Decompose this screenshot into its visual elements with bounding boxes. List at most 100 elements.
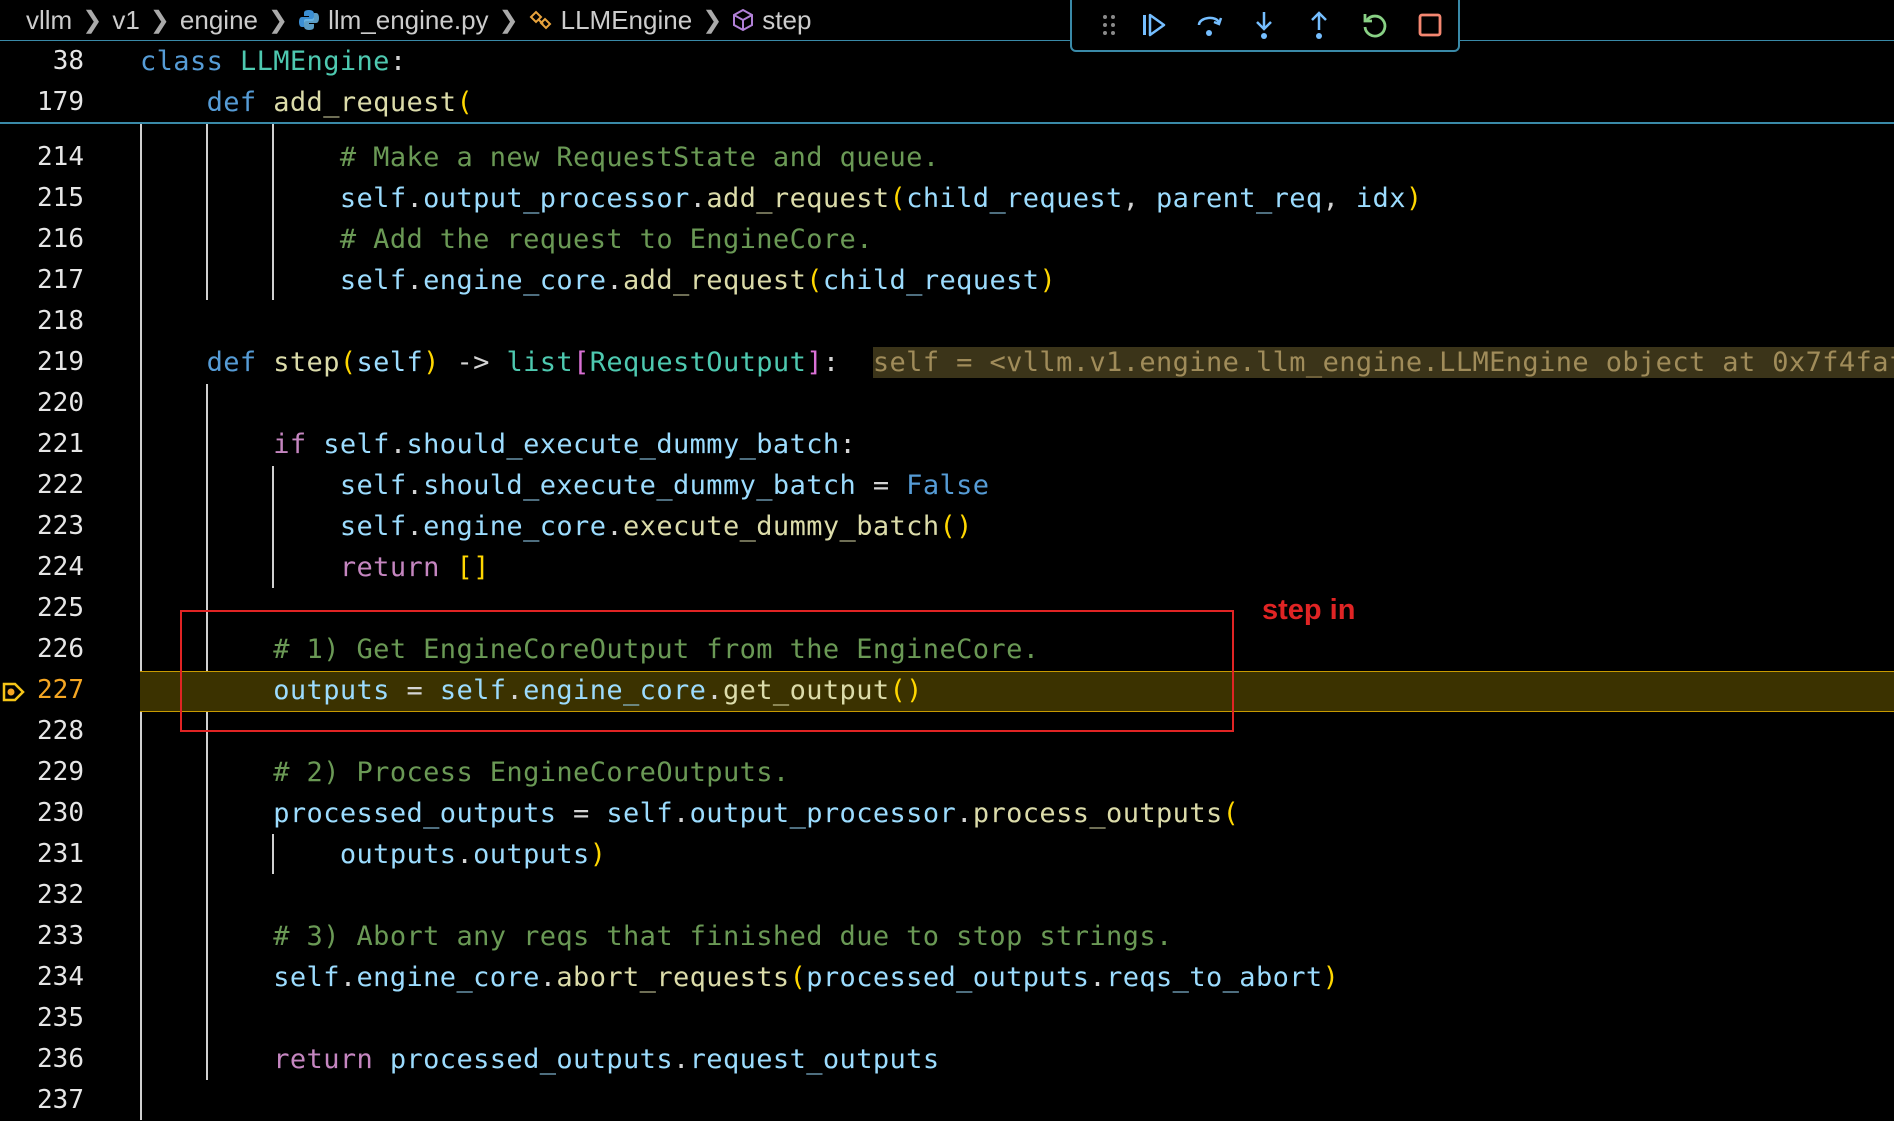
continue-icon: [1143, 13, 1166, 37]
line-number[interactable]: 218: [0, 301, 84, 342]
line-number[interactable]: 38: [0, 41, 84, 82]
code-token: add_request: [706, 183, 890, 214]
line-number[interactable]: 233: [0, 916, 84, 957]
code-text[interactable]: outputs.outputs): [140, 834, 606, 875]
line-number[interactable]: 224: [0, 547, 84, 588]
code-text[interactable]: return processed_outputs.request_outputs: [140, 1039, 940, 1080]
code-token: if: [273, 429, 324, 460]
breadcrumb-item-class[interactable]: LLMEngine: [529, 5, 692, 36]
breadcrumb-item-method[interactable]: step: [732, 5, 811, 36]
code-token: return: [273, 1044, 390, 1075]
line-number[interactable]: 230: [0, 793, 84, 834]
sticky-code-line[interactable]: 38 class LLMEngine:: [0, 41, 1894, 82]
code-token: []: [456, 552, 490, 583]
code-text[interactable]: processed_outputs = self.output_processo…: [140, 793, 1239, 834]
code-text[interactable]: self.output_processor.add_request(child_…: [140, 178, 1423, 219]
breadcrumb-item-engine[interactable]: engine: [180, 5, 258, 36]
line-number[interactable]: 232: [0, 875, 84, 916]
code-line[interactable]: 230 processed_outputs = self.output_proc…: [0, 793, 1894, 834]
step-out-icon: [1311, 11, 1328, 39]
code-line[interactable]: 232: [0, 875, 1894, 916]
line-number[interactable]: 234: [0, 957, 84, 998]
code-line[interactable]: 237: [0, 1080, 1894, 1121]
line-number[interactable]: 216: [0, 219, 84, 260]
line-number[interactable]: 228: [0, 711, 84, 752]
code-text[interactable]: def step(self) -> list[RequestOutput]: s…: [140, 342, 1894, 383]
code-line[interactable]: 215 self.output_processor.add_request(ch…: [0, 178, 1894, 219]
code-text[interactable]: self.engine_core.abort_requests(processe…: [140, 957, 1339, 998]
line-number[interactable]: 226: [0, 629, 84, 670]
line-number[interactable]: 236: [0, 1039, 84, 1080]
code-line[interactable]: 233 # 3) Abort any reqs that finished du…: [0, 916, 1894, 957]
code-line[interactable]: 219 def step(self) -> list[RequestOutput…: [0, 342, 1894, 383]
code-token: process_outputs: [972, 798, 1223, 829]
code-token: abort_requests: [556, 962, 790, 993]
code-line[interactable]: 218: [0, 301, 1894, 342]
code-line[interactable]: 229 # 2) Process EngineCoreOutputs.: [0, 752, 1894, 793]
code-text[interactable]: self.should_execute_dummy_batch = False: [140, 465, 989, 506]
code-token: class: [140, 46, 240, 77]
code-token: # Add the request to EngineCore.: [339, 224, 873, 255]
code-line[interactable]: 222 self.should_execute_dummy_batch = Fa…: [0, 465, 1894, 506]
line-number[interactable]: 215: [0, 178, 84, 219]
code-token: ,: [1322, 183, 1356, 214]
line-number[interactable]: 217: [0, 260, 84, 301]
code-line[interactable]: 224 return []: [0, 547, 1894, 588]
code-line[interactable]: 214 # Make a new RequestState and queue.: [0, 137, 1894, 178]
breadcrumb-item-file[interactable]: llm_engine.py: [298, 5, 489, 36]
code-text[interactable]: if self.should_execute_dummy_batch:: [140, 424, 856, 465]
code-token: ->: [439, 347, 507, 378]
code-text[interactable]: # Add the request to EngineCore.: [140, 219, 873, 260]
code-line[interactable]: 234 self.engine_core.abort_requests(proc…: [0, 957, 1894, 998]
code-text[interactable]: self.engine_core.execute_dummy_batch(): [140, 506, 973, 547]
line-number[interactable]: 225: [0, 588, 84, 629]
line-number[interactable]: 220: [0, 383, 84, 424]
code-line[interactable]: 220: [0, 383, 1894, 424]
line-number[interactable]: 235: [0, 998, 84, 1039]
line-number[interactable]: 214: [0, 137, 84, 178]
breadcrumb-item-v1[interactable]: v1: [112, 5, 139, 36]
code-text[interactable]: # 2) Process EngineCoreOutputs.: [140, 752, 790, 793]
code-line[interactable]: 221 if self.should_execute_dummy_batch:: [0, 424, 1894, 465]
line-number[interactable]: 221: [0, 424, 84, 465]
code-token: ): [423, 347, 440, 378]
code-line[interactable]: 223 self.engine_core.execute_dummy_batch…: [0, 506, 1894, 547]
code-line[interactable]: 231 outputs.outputs): [0, 834, 1894, 875]
code-text[interactable]: return []: [140, 547, 490, 588]
code-text[interactable]: self.engine_core.add_request(child_reque…: [140, 260, 1056, 301]
chevron-right-icon: ❯: [267, 6, 289, 34]
code-token: add_request: [623, 265, 807, 296]
code-line[interactable]: 217 self.engine_core.add_request(child_r…: [0, 260, 1894, 301]
code-line[interactable]: 236 return processed_outputs.request_out…: [0, 1039, 1894, 1080]
code-text[interactable]: # 3) Abort any reqs that finished due to…: [140, 916, 1173, 957]
line-number[interactable]: 229: [0, 752, 84, 793]
code-token: self: [339, 183, 407, 214]
code-text[interactable]: def add_request(: [140, 82, 473, 123]
debug-execution-pointer-icon[interactable]: [2, 681, 25, 702]
code-text[interactable]: # Make a new RequestState and queue.: [140, 137, 939, 178]
code-token: RequestOutput: [589, 347, 807, 378]
line-number[interactable]: 179: [0, 82, 84, 123]
line-number[interactable]: 223: [0, 506, 84, 547]
code-token: parent_req: [1156, 183, 1323, 214]
code-token: engine_core: [423, 511, 607, 542]
line-number[interactable]: 222: [0, 465, 84, 506]
code-token: (): [939, 511, 973, 542]
code-token: self: [273, 962, 340, 993]
inline-debug-value: self = <vllm.v1.engine.llm_engine.LLMEng…: [872, 347, 1894, 378]
code-line[interactable]: 235: [0, 998, 1894, 1039]
line-number[interactable]: 219: [0, 342, 84, 383]
breadcrumb-item-vllm[interactable]: vllm: [26, 5, 72, 36]
sticky-code-line[interactable]: 179 def add_request(: [0, 82, 1894, 123]
line-number[interactable]: 237: [0, 1080, 84, 1121]
code-token: idx: [1355, 183, 1406, 214]
line-number[interactable]: 231: [0, 834, 84, 875]
code-text[interactable]: class LLMEngine:: [140, 41, 407, 82]
code-line[interactable]: 216 # Add the request to EngineCore.: [0, 219, 1894, 260]
